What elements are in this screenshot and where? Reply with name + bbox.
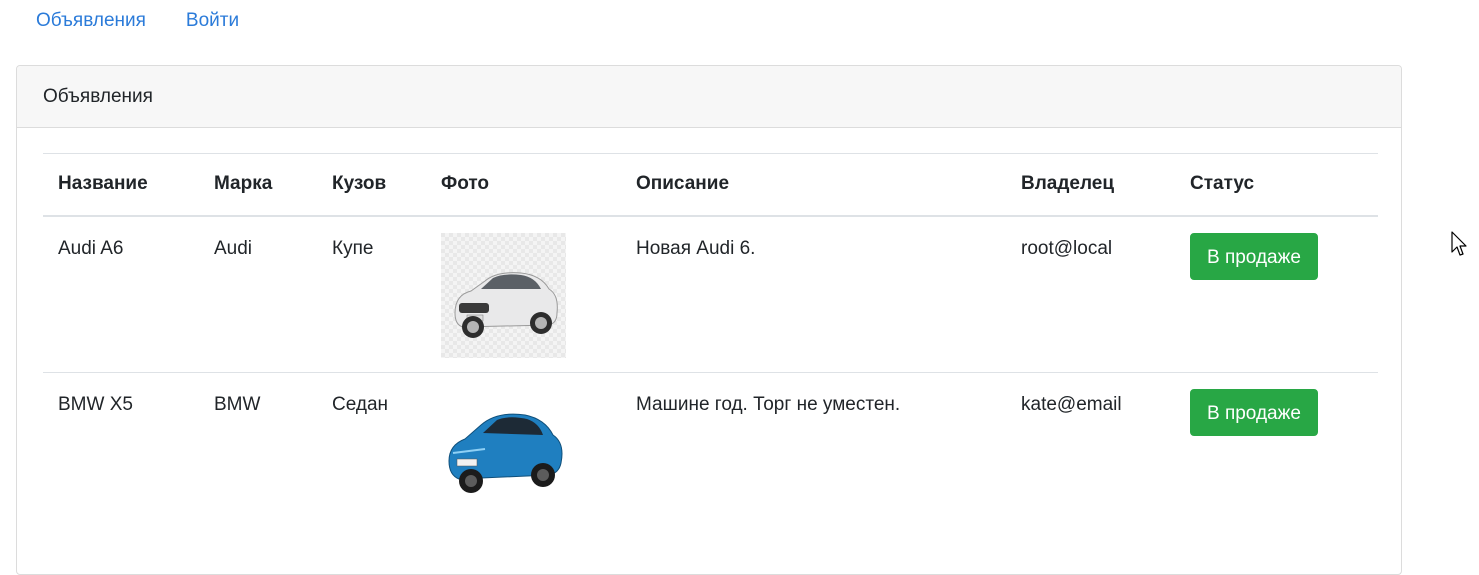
cell-owner: root@local: [1021, 237, 1113, 259]
cell-status: В продаже: [1175, 216, 1378, 373]
blue-car-photo[interactable]: [441, 389, 566, 514]
column-header-owner: Владелец: [1021, 173, 1115, 195]
white-car-photo[interactable]: [441, 232, 566, 358]
ads-table: Название Марка Кузов Фото Описание Владе…: [43, 153, 1378, 530]
table-row: BMW X5 BMW Седан Машине год. Торг не уме…: [43, 373, 1378, 530]
column-header-body: Кузов: [332, 173, 387, 195]
column-header-name: Название: [58, 173, 148, 195]
ads-card: Объявления Название Марка Кузов Фото Опи…: [16, 65, 1402, 575]
status-button[interactable]: В продаже: [1190, 232, 1318, 280]
column-header-description: Описание: [636, 173, 730, 195]
card-header: Объявления: [17, 66, 1401, 128]
column-header-brand: Марка: [214, 173, 273, 195]
table-header-row: Название Марка Кузов Фото Описание Владе…: [43, 153, 1378, 216]
cell-name: Audi A6: [58, 237, 124, 259]
cell-body: Седан: [332, 394, 389, 415]
table-row: Audi A6 Audi Купе Новая Audi 6. root@loc…: [43, 216, 1378, 373]
cell-photo: [426, 373, 621, 530]
cell-brand: Audi: [214, 237, 253, 259]
top-nav: Объявления Войти: [36, 8, 279, 34]
cell-photo: [426, 216, 621, 373]
status-button[interactable]: В продаже: [1190, 389, 1318, 436]
cell-name: BMW X5: [58, 394, 133, 415]
column-header-status: Статус: [1190, 173, 1255, 195]
column-header-photo: Фото: [441, 173, 490, 195]
nav-link-ads[interactable]: Объявления: [36, 8, 146, 34]
nav-link-login[interactable]: Войти: [186, 8, 239, 34]
cell-description: Новая Audi 6.: [636, 237, 756, 259]
cell-body: Купе: [332, 237, 374, 259]
cell-owner: kate@email: [1021, 394, 1122, 415]
cell-description: Машине год. Торг не уместен.: [636, 394, 901, 415]
mouse-cursor-icon: [1451, 231, 1467, 256]
ads-table-wrap: Название Марка Кузов Фото Описание Владе…: [43, 153, 1378, 530]
cell-status: В продаже: [1175, 373, 1378, 530]
cell-brand: BMW: [214, 394, 261, 415]
